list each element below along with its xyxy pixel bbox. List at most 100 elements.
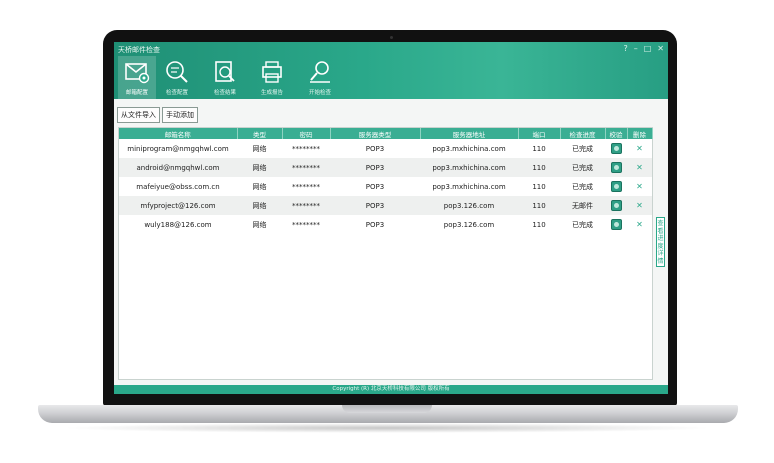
delete-icon[interactable]: ✕ <box>636 144 643 153</box>
cell-password: ******** <box>292 144 320 153</box>
cell-progress: 已完成 <box>572 144 593 153</box>
cell-server-type: POP3 <box>330 158 420 177</box>
title-toolbar: 天桥邮件检查 ? – □ ✕ 邮箱配置 检查配置 检查结果 生成报告 开始检查 <box>114 42 668 99</box>
delete-icon[interactable]: ✕ <box>636 220 643 229</box>
cell-delete: ✕ <box>627 215 652 234</box>
cell-delete: ✕ <box>627 139 652 158</box>
cell-type: 网络 <box>237 196 282 215</box>
cell-password: ******** <box>292 182 320 191</box>
toolbar-mail-config[interactable]: 邮箱配置 <box>118 56 156 99</box>
table-row[interactable]: mfyproject@126.com 网络 ******** POP3 pop3… <box>119 196 652 215</box>
toolbar-label: 开始检查 <box>308 90 331 96</box>
cell-server-type: POP3 <box>365 220 385 229</box>
mail-config-icon <box>125 63 150 84</box>
column-header[interactable]: 邮箱名称 <box>119 128 238 139</box>
check-result-icon <box>215 61 235 82</box>
cell-server-address: pop3.126.com <box>443 220 495 229</box>
column-header[interactable]: 删除 <box>627 128 653 139</box>
toolbar-start-check[interactable]: 开始检查 <box>301 56 339 99</box>
cell-server-type: POP3 <box>330 196 420 215</box>
app-title: 天桥邮件检查 <box>118 46 160 54</box>
column-header[interactable]: 服务器地址 <box>420 128 519 139</box>
cell-verify <box>605 139 627 158</box>
verify-icon[interactable] <box>610 219 622 230</box>
toolbar-check-result[interactable]: 检查结果 <box>206 56 244 99</box>
laptop-shadow <box>60 423 714 433</box>
copyright-footer: Copyright (R) 北京天桥科技有限公司 版权所有 <box>114 385 668 394</box>
cell-type: 网络 <box>237 158 282 177</box>
app-window: 天桥邮件检查 ? – □ ✕ 邮箱配置 检查配置 检查结果 生成报告 开始检查 … <box>114 42 668 394</box>
cell-type: 网络 <box>252 144 267 153</box>
table-row[interactable]: wuly188@126.com 网络 ******** POP3 pop3.12… <box>119 215 652 234</box>
delete-icon[interactable]: ✕ <box>636 163 643 172</box>
report-icon <box>262 61 282 83</box>
cell-password: ******** <box>282 196 330 215</box>
verify-icon[interactable] <box>610 200 622 211</box>
start-check-icon <box>310 61 330 83</box>
import-from-file-button[interactable]: 从文件导入 <box>117 107 160 123</box>
cell-type: 网络 <box>252 220 267 229</box>
help-icon[interactable]: ? <box>623 44 627 53</box>
camera-dot <box>390 36 393 39</box>
cell-verify <box>605 158 627 177</box>
cell-server-address: pop3.126.com <box>420 196 518 215</box>
toolbar-report[interactable]: 生成报告 <box>253 56 291 99</box>
toolbar-label: 检查配置 <box>165 90 188 96</box>
main-content: 从文件导入 手动添加 邮箱名称 类型 密码 服务器类型 服务器地址 端口 检查进… <box>114 99 668 385</box>
mailbox-table: 邮箱名称 类型 密码 服务器类型 服务器地址 端口 检查进度 校验 删除 min… <box>118 127 653 380</box>
close-icon[interactable]: ✕ <box>657 44 664 53</box>
table-row[interactable]: android@nmgqhwl.com 网络 ******** POP3 pop… <box>119 158 652 177</box>
cell-progress: 已完成 <box>572 220 593 229</box>
table-row[interactable]: miniprogram@nmgqhwl.com 网络 ******** POP3… <box>119 139 652 158</box>
cell-password: ******** <box>282 158 330 177</box>
cell-email: mafeiyue@obss.com.cn <box>136 182 220 191</box>
cell-port: 110 <box>532 144 546 153</box>
maximize-icon[interactable]: □ <box>644 44 652 53</box>
table-row[interactable]: mafeiyue@obss.com.cn 网络 ******** POP3 po… <box>119 177 652 196</box>
cell-verify <box>605 215 627 234</box>
cell-progress: 已完成 <box>560 158 605 177</box>
toolbar-label: 邮箱配置 <box>125 90 148 96</box>
action-bar: 从文件导入 手动添加 <box>117 107 198 123</box>
cell-server-address: pop3.mxhichina.com <box>420 158 518 177</box>
toolbar-label: 检查结果 <box>213 90 236 96</box>
minimize-icon[interactable]: – <box>634 44 638 53</box>
cell-server-type: POP3 <box>365 182 385 191</box>
cell-progress: 无邮件 <box>560 196 605 215</box>
column-header[interactable]: 校验 <box>605 128 628 139</box>
cell-email: mfyproject@126.com <box>119 196 237 215</box>
cell-email: android@nmgqhwl.com <box>119 158 237 177</box>
verify-icon[interactable] <box>610 181 622 192</box>
manual-add-button[interactable]: 手动添加 <box>162 107 198 123</box>
cell-verify <box>605 196 627 215</box>
delete-icon[interactable]: ✕ <box>636 201 643 210</box>
cell-port: 110 <box>532 220 546 229</box>
cell-delete: ✕ <box>627 158 652 177</box>
column-header[interactable]: 检查进度 <box>560 128 606 139</box>
laptop-notch <box>342 405 432 413</box>
table-header: 邮箱名称 类型 密码 服务器类型 服务器地址 端口 检查进度 校验 删除 <box>119 128 653 139</box>
column-header[interactable]: 端口 <box>518 128 561 139</box>
column-header[interactable]: 密码 <box>282 128 331 139</box>
column-header[interactable]: 服务器类型 <box>330 128 421 139</box>
cell-server-type: POP3 <box>365 144 385 153</box>
cell-port: 110 <box>518 158 560 177</box>
cell-email: wuly188@126.com <box>144 220 212 229</box>
cell-progress: 已完成 <box>572 182 593 191</box>
cell-port: 110 <box>518 196 560 215</box>
cell-server-address: pop3.mxhichina.com <box>432 144 506 153</box>
cell-delete: ✕ <box>627 196 652 215</box>
cell-password: ******** <box>292 220 320 229</box>
delete-icon[interactable]: ✕ <box>636 182 643 191</box>
cell-type: 网络 <box>252 182 267 191</box>
cell-verify <box>605 177 627 196</box>
toolbar-label: 生成报告 <box>260 90 283 96</box>
verify-icon[interactable] <box>610 162 622 173</box>
column-header[interactable]: 类型 <box>237 128 283 139</box>
progress-detail-tab[interactable]: 查看进度详情 <box>656 217 665 267</box>
toolbar-check-config[interactable]: 检查配置 <box>158 56 196 99</box>
cell-server-address: pop3.mxhichina.com <box>432 182 506 191</box>
verify-icon[interactable] <box>610 143 622 154</box>
window-controls: ? – □ ✕ <box>623 44 664 53</box>
cell-email: miniprogram@nmgqhwl.com <box>127 144 229 153</box>
